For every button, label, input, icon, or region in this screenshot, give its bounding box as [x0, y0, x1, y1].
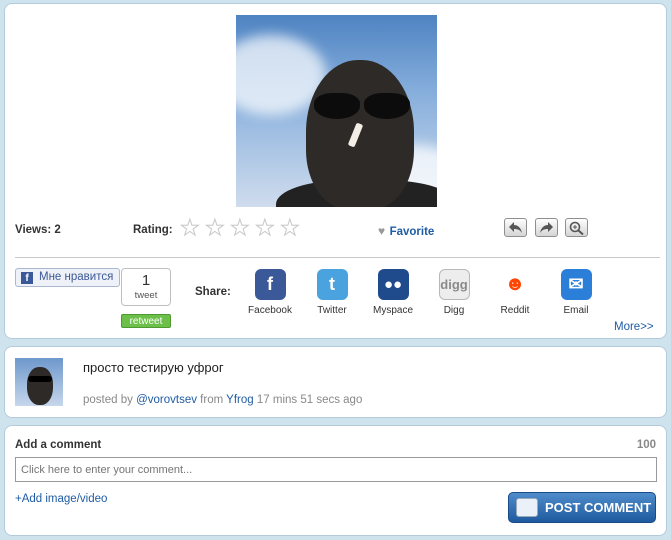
rating-star-icon[interactable]: ★ — [230, 216, 251, 239]
share-name: Myspace — [372, 305, 413, 316]
reddit-icon: ☻ — [499, 269, 531, 300]
divider — [15, 257, 660, 258]
twitter-icon: t — [316, 269, 348, 300]
add-media-link[interactable]: +Add image/video — [15, 493, 107, 505]
share-reddit[interactable]: ☻ Reddit — [485, 269, 545, 316]
share-name: Email — [563, 305, 589, 316]
more-link[interactable]: More>> — [614, 321, 654, 333]
tweet-count: 1 — [141, 272, 151, 289]
share-email[interactable]: ✉ Email — [546, 269, 606, 316]
like-label: Мне нравится — [39, 271, 114, 283]
user-link[interactable]: @vorovtsev — [136, 394, 197, 406]
myspace-icon: ●● — [377, 269, 409, 300]
share-facebook[interactable]: f Facebook — [240, 269, 300, 316]
heart-icon: ♥ — [378, 224, 386, 238]
email-icon: ✉ — [560, 269, 592, 300]
rating-label: Rating: — [133, 224, 173, 236]
rating-star-icon[interactable]: ★ — [205, 216, 226, 239]
post-panel: просто тестирую уфрог posted by @vorovts… — [4, 346, 667, 418]
avatar-figure — [28, 376, 52, 382]
share-name: Digg — [443, 305, 465, 316]
avatar[interactable] — [15, 358, 63, 406]
reply-button[interactable] — [504, 218, 527, 237]
zoom-button[interactable] — [565, 218, 588, 237]
main-photo[interactable] — [236, 15, 437, 207]
media-panel: Views: 2 Rating: ★ ★ ★ ★ ★ ♥ Favorite f … — [4, 3, 667, 339]
reply-arrow-icon — [509, 222, 522, 233]
share-digg[interactable]: digg Digg — [424, 269, 484, 316]
photo-figure — [306, 60, 414, 207]
facebook-like-button[interactable]: f Мне нравится — [15, 268, 120, 287]
posted-by-label: posted by — [83, 394, 133, 406]
facebook-icon: f — [21, 272, 33, 284]
tweet-label: tweet — [134, 290, 158, 301]
comment-icon — [516, 498, 538, 517]
facebook-icon: f — [254, 269, 286, 300]
share-name: Reddit — [500, 305, 530, 316]
share-name: Twitter — [317, 305, 347, 316]
rating-star-icon[interactable]: ★ — [255, 216, 276, 239]
comment-title: Add a comment — [15, 439, 102, 451]
avatar-figure — [27, 367, 53, 405]
post-comment-button[interactable]: POST COMMENT — [508, 492, 656, 523]
tweet-counter: 1 tweet — [121, 268, 171, 306]
comment-panel: Add a comment 100 +Add image/video POST … — [4, 425, 667, 536]
post-time: 17 mins 51 secs ago — [256, 394, 363, 406]
rating-star-icon[interactable]: ★ — [280, 216, 301, 239]
share-myspace[interactable]: ●● Myspace — [363, 269, 423, 316]
share-twitter[interactable]: t Twitter — [302, 269, 362, 316]
char-counter: 100 — [636, 439, 656, 451]
photo-figure — [310, 93, 414, 119]
forward-button[interactable] — [535, 218, 558, 237]
magnifier-icon — [569, 221, 584, 235]
source-link[interactable]: Yfrog — [226, 394, 254, 406]
digg-icon: digg — [438, 269, 470, 300]
forward-arrow-icon — [540, 222, 553, 233]
post-meta: posted by @vorovtsev from Yfrog 17 mins … — [83, 394, 362, 406]
share-label: Share: — [195, 286, 231, 298]
post-text: просто тестирую уфрог — [83, 360, 224, 375]
views-count: Views: 2 — [15, 224, 61, 236]
post-comment-label: POST COMMENT — [545, 500, 652, 515]
favorite-label: Favorite — [389, 226, 435, 238]
comment-input[interactable] — [15, 457, 657, 482]
retweet-button[interactable]: retweet — [121, 314, 171, 328]
favorite-link[interactable]: ♥ Favorite — [378, 222, 434, 240]
from-label: from — [200, 394, 224, 406]
rating-star-icon[interactable]: ★ — [180, 216, 201, 239]
share-name: Facebook — [248, 305, 292, 316]
